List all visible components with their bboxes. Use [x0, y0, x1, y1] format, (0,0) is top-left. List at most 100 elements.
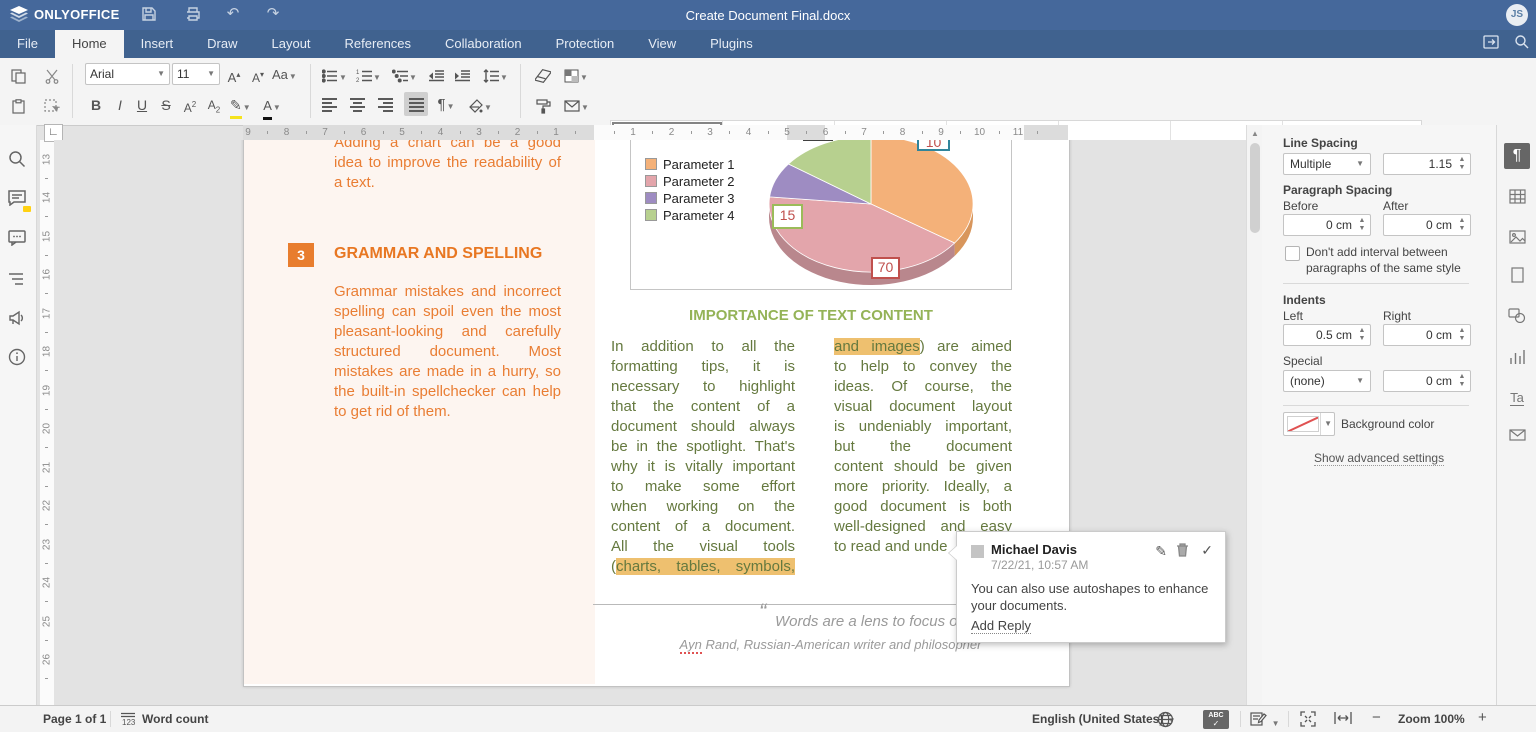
strikethrough-button[interactable]: S: [156, 94, 176, 116]
text-art-settings-icon[interactable]: Ta: [1504, 385, 1530, 411]
underline-button[interactable]: U: [132, 94, 152, 116]
line-spacing-icon[interactable]: ▼: [483, 64, 508, 86]
edit-comment-icon[interactable]: ✎: [1155, 543, 1167, 560]
increase-font-icon[interactable]: A▴: [224, 64, 244, 86]
menu-tab-view[interactable]: View: [631, 30, 693, 58]
spinner-arrows[interactable]: ▲▼: [1357, 327, 1367, 343]
menu-tab-insert[interactable]: Insert: [124, 30, 191, 58]
table-settings-icon[interactable]: [1504, 187, 1530, 213]
superscript-button[interactable]: A2: [180, 94, 200, 116]
decrease-indent-icon[interactable]: [426, 64, 446, 86]
special-amount-input[interactable]: 0 cm▲▼: [1383, 370, 1471, 392]
fit-page-icon[interactable]: [1300, 711, 1316, 727]
decrease-font-icon[interactable]: A▾: [248, 64, 268, 86]
mail-merge-icon[interactable]: ▼: [564, 94, 589, 116]
document-canvas[interactable]: present interesting informationconcisely…: [54, 140, 1246, 705]
spinner-arrows[interactable]: ▲▼: [1457, 373, 1467, 389]
spacing-after-input[interactable]: 0 cm▲▼: [1383, 214, 1471, 236]
copy-icon[interactable]: [8, 64, 28, 86]
chart-label-15[interactable]: 15: [772, 204, 803, 229]
spinner-arrows[interactable]: ▲▼: [1457, 217, 1467, 233]
scrollbar-thumb[interactable]: [1250, 143, 1260, 233]
paste-icon[interactable]: [8, 94, 28, 116]
chart-label-70[interactable]: 70: [871, 257, 900, 279]
zoom-out-button[interactable]: −: [1372, 709, 1381, 725]
highlight-color-button[interactable]: ✎▼: [230, 94, 251, 116]
bullet-list-icon[interactable]: ▼: [322, 64, 347, 86]
spinner-arrows[interactable]: ▲▼: [1357, 217, 1367, 233]
chart-label-cropped[interactable]: [803, 140, 833, 141]
resolve-comment-icon[interactable]: ✓: [1201, 542, 1213, 559]
indent-right-input[interactable]: 0 cm▲▼: [1383, 324, 1471, 346]
spacing-before-input[interactable]: 0 cm▲▼: [1283, 214, 1371, 236]
increase-indent-icon[interactable]: [452, 64, 472, 86]
line-spacing-amount[interactable]: 1.15▲▼: [1383, 153, 1471, 175]
indent-left-input[interactable]: 0.5 cm▲▼: [1283, 324, 1371, 346]
line-spacing-select[interactable]: Multiple▼: [1283, 153, 1371, 175]
spinner-arrows[interactable]: ▲▼: [1457, 156, 1467, 172]
comment-popup[interactable]: Michael Davis 7/22/21, 10:57 AM ✎ ✓ You …: [956, 531, 1226, 643]
header-footer-settings-icon[interactable]: [1504, 266, 1530, 292]
font-size-select[interactable]: 11▼: [172, 63, 220, 85]
shape-settings-icon[interactable]: [1504, 306, 1530, 332]
table-shading-icon[interactable]: ▼: [564, 64, 588, 86]
interval-checkbox[interactable]: [1285, 246, 1300, 261]
change-case-icon[interactable]: Aa▼: [272, 64, 297, 86]
menu-tab-file[interactable]: File: [0, 30, 55, 58]
menu-tab-protection[interactable]: Protection: [539, 30, 632, 58]
chat-icon[interactable]: [8, 230, 28, 250]
zoom-in-button[interactable]: +: [1478, 709, 1487, 725]
fit-width-icon[interactable]: [1334, 711, 1352, 727]
spellcheck-icon[interactable]: ABC✓: [1203, 710, 1229, 729]
page-indicator[interactable]: Page 1 of 1: [43, 706, 106, 732]
scroll-up-button[interactable]: ▲: [1249, 128, 1261, 140]
align-left-icon[interactable]: [322, 94, 342, 116]
pie-chart-object[interactable]: Parameter 1Parameter 2Parameter 3Paramet…: [630, 140, 1012, 290]
align-right-icon[interactable]: [378, 94, 398, 116]
nonprinting-chars-icon[interactable]: ¶▼: [436, 94, 456, 116]
navigation-headings-icon[interactable]: [8, 272, 28, 292]
special-select[interactable]: (none)▼: [1283, 370, 1371, 392]
subscript-button[interactable]: A2: [204, 94, 224, 116]
open-file-location-icon[interactable]: [1476, 30, 1506, 58]
paragraph-settings-icon[interactable]: ¶: [1504, 143, 1530, 169]
align-center-icon[interactable]: [350, 94, 370, 116]
menu-tab-plugins[interactable]: Plugins: [693, 30, 770, 58]
chart-settings-icon[interactable]: [1504, 347, 1530, 373]
cut-icon[interactable]: [42, 64, 62, 86]
set-language-globe-icon[interactable]: [1157, 711, 1174, 727]
menu-tab-collaboration[interactable]: Collaboration: [428, 30, 539, 58]
image-settings-icon[interactable]: [1504, 227, 1530, 253]
menu-tab-draw[interactable]: Draw: [190, 30, 254, 58]
spinner-arrows[interactable]: ▲▼: [1457, 327, 1467, 343]
paragraph-shading-icon[interactable]: ▼: [468, 94, 492, 116]
numbered-list-icon[interactable]: 12▼: [356, 64, 381, 86]
document-page[interactable]: present interesting informationconcisely…: [243, 140, 1070, 687]
italic-button[interactable]: I: [110, 94, 130, 116]
comments-icon[interactable]: [8, 190, 28, 210]
language-selector[interactable]: English (United States) ▼: [1032, 706, 1176, 732]
feedback-icon[interactable]: [8, 310, 28, 330]
add-reply-link[interactable]: Add Reply: [971, 618, 1031, 634]
menu-tab-layout[interactable]: Layout: [255, 30, 328, 58]
font-color-button[interactable]: A▼: [262, 94, 282, 116]
chart-label-10[interactable]: 10: [917, 140, 950, 151]
clear-style-icon[interactable]: [533, 64, 553, 86]
menu-tab-references[interactable]: References: [328, 30, 428, 58]
advanced-settings-link[interactable]: Show advanced settings: [1314, 451, 1444, 466]
about-icon[interactable]: [8, 348, 28, 368]
vertical-scrollbar[interactable]: ▲: [1246, 125, 1263, 705]
track-changes-icon[interactable]: ▼: [1250, 711, 1280, 727]
search-icon[interactable]: [1506, 30, 1536, 58]
background-color-picker[interactable]: ▼: [1283, 412, 1335, 436]
font-name-select[interactable]: Arial▼: [85, 63, 170, 85]
mail-merge-settings-icon[interactable]: [1504, 424, 1530, 450]
multilevel-list-icon[interactable]: ▼: [392, 64, 417, 86]
select-all-icon[interactable]: [42, 94, 62, 116]
copy-style-icon[interactable]: [533, 94, 553, 116]
vertical-ruler[interactable]: 1314151617181920212223242526: [40, 140, 55, 705]
user-avatar[interactable]: JS: [1506, 4, 1528, 26]
delete-comment-icon[interactable]: [1176, 543, 1189, 560]
word-count-label[interactable]: Word count: [142, 706, 208, 732]
menu-tab-home[interactable]: Home: [55, 30, 124, 58]
